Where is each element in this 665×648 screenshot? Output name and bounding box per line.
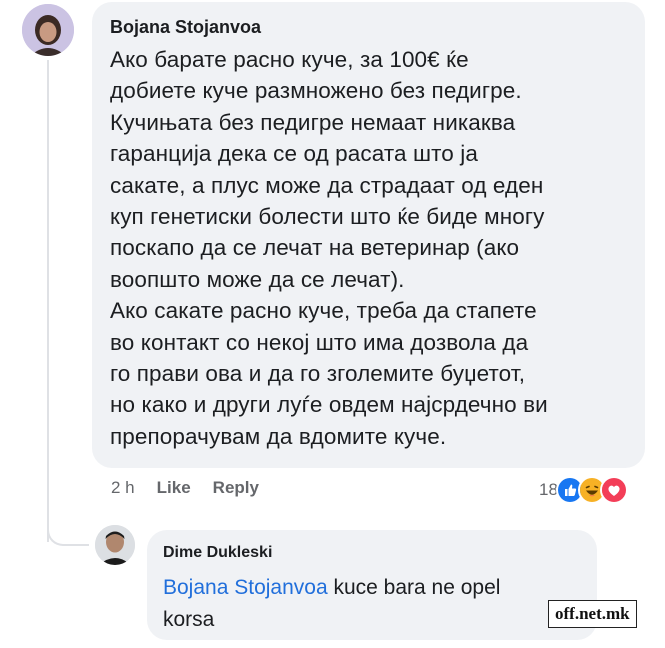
reply-text: kuce bara ne opel — [327, 576, 501, 599]
comment-line: во контакт со некој што има дозвола да — [110, 329, 529, 355]
comment-author[interactable]: Bojana Stojanvoa — [110, 16, 631, 38]
comment-line: гаранција дека се од расата што ја — [110, 141, 478, 167]
like-button[interactable]: Like — [157, 478, 191, 498]
watermark: off.net.mk — [548, 600, 637, 628]
profile-photo-icon — [95, 525, 135, 565]
avatar[interactable] — [22, 4, 74, 56]
reply-bubble: Dime Dukleski Bojana Stojanvoa kuce bara… — [147, 530, 597, 640]
reply-avatar[interactable] — [95, 525, 135, 565]
comment-line: Ако сакате расно куче, треба да стапете — [110, 298, 537, 324]
comment-line: препорачувам да вдомите куче. — [110, 423, 447, 449]
mention-link[interactable]: Bojana Stojanvoa — [163, 576, 328, 599]
comment-body: Ако барате расно куче, за 100€ ќе добиет… — [110, 44, 631, 452]
reply-author[interactable]: Dime Dukleski — [163, 542, 583, 564]
comment-line: куп генетиски болести што ќе биде многу — [110, 204, 545, 230]
comment-line: воопшто може да се лечат). — [110, 266, 405, 292]
thread-connector — [47, 520, 89, 546]
comment-line: но како и други луѓе овдем најсрдечно ви — [110, 392, 548, 418]
comment-actions: 2 h Like Reply — [111, 478, 259, 498]
comment-line: сакате, а плус може да страдаат од еден — [110, 172, 544, 198]
comment-bubble: Bojana Stojanvoa Ако барате расно куче, … — [92, 2, 645, 468]
reply-button[interactable]: Reply — [213, 478, 259, 498]
reply-body: Bojana Stojanvoa kuce bara ne opel korsa — [163, 572, 583, 636]
comment-line: Ако барате расно куче, за 100€ ќе — [110, 47, 469, 72]
reply-text: korsa — [163, 608, 215, 631]
comment-line: добиете куче размножено без педигре. — [110, 78, 522, 104]
comment-line: Кучињата без педигре немаат никаква — [110, 109, 516, 135]
comment-line: го прави ова и да го зголемите буџетот, — [110, 361, 526, 387]
reactions-summary[interactable]: 18 — [539, 476, 628, 504]
love-icon — [599, 476, 628, 504]
thread-line — [47, 60, 49, 542]
profile-photo-icon — [22, 4, 74, 56]
comment-line: поскапо да се лечат на ветеринар (ако — [110, 235, 520, 261]
comment-timestamp[interactable]: 2 h — [111, 478, 135, 498]
